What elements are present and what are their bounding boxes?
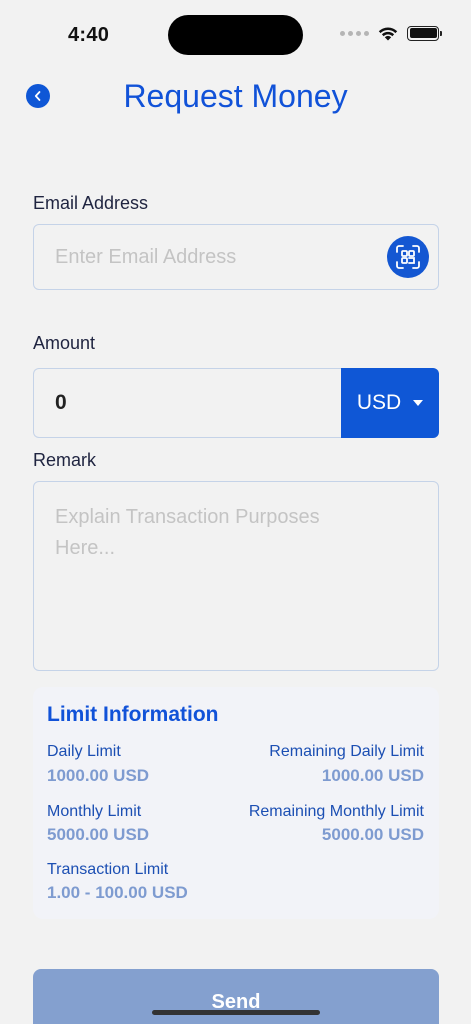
- header: Request Money: [0, 70, 471, 130]
- email-field[interactable]: Enter Email Address: [33, 224, 439, 290]
- battery-icon: [407, 25, 442, 41]
- dynamic-island: [168, 15, 303, 55]
- limit-information-card: Limit Information Daily Limit 1000.00 US…: [33, 687, 439, 919]
- remaining-monthly-limit-value: 5000.00 USD: [321, 825, 424, 844]
- wifi-icon: [378, 27, 398, 41]
- monthly-limit-value: 5000.00 USD: [47, 825, 150, 844]
- status-icons: [340, 25, 442, 41]
- daily-limit-label: Daily Limit: [47, 743, 121, 760]
- currency-value: USD: [356, 391, 402, 414]
- transaction-limit-label: Transaction Limit: [47, 861, 169, 878]
- limit-title: Limit Information: [47, 703, 219, 726]
- monthly-limit-label: Monthly Limit: [47, 803, 142, 820]
- amount-input[interactable]: 0: [33, 368, 342, 438]
- page-title: Request Money: [123, 78, 348, 114]
- send-button[interactable]: Send: [33, 969, 439, 1024]
- status-bar: 4:40: [0, 0, 471, 70]
- qr-scan-icon: [396, 245, 420, 269]
- remark-label: Remark: [33, 450, 97, 470]
- signal-icon: [340, 30, 369, 36]
- amount-label: Amount: [33, 333, 96, 353]
- email-label: Email Address: [33, 193, 149, 213]
- status-time: 4:40: [68, 24, 110, 46]
- daily-limit-value: 1000.00 USD: [47, 766, 150, 785]
- remaining-monthly-limit-label: Remaining Monthly Limit: [248, 803, 424, 820]
- qr-scan-button[interactable]: [387, 236, 429, 278]
- remaining-daily-limit-label: Remaining Daily Limit: [269, 743, 424, 760]
- amount-row: 0 USD: [33, 368, 439, 438]
- transaction-limit-value: 1.00 - 100.00 USD: [47, 883, 188, 902]
- home-indicator: [152, 1010, 320, 1015]
- remark-textarea[interactable]: Explain Transaction Purposes Here...: [33, 481, 439, 671]
- caret-down-icon: [413, 400, 424, 406]
- remaining-daily-limit-value: 1000.00 USD: [321, 766, 424, 785]
- currency-select[interactable]: USD: [341, 368, 439, 438]
